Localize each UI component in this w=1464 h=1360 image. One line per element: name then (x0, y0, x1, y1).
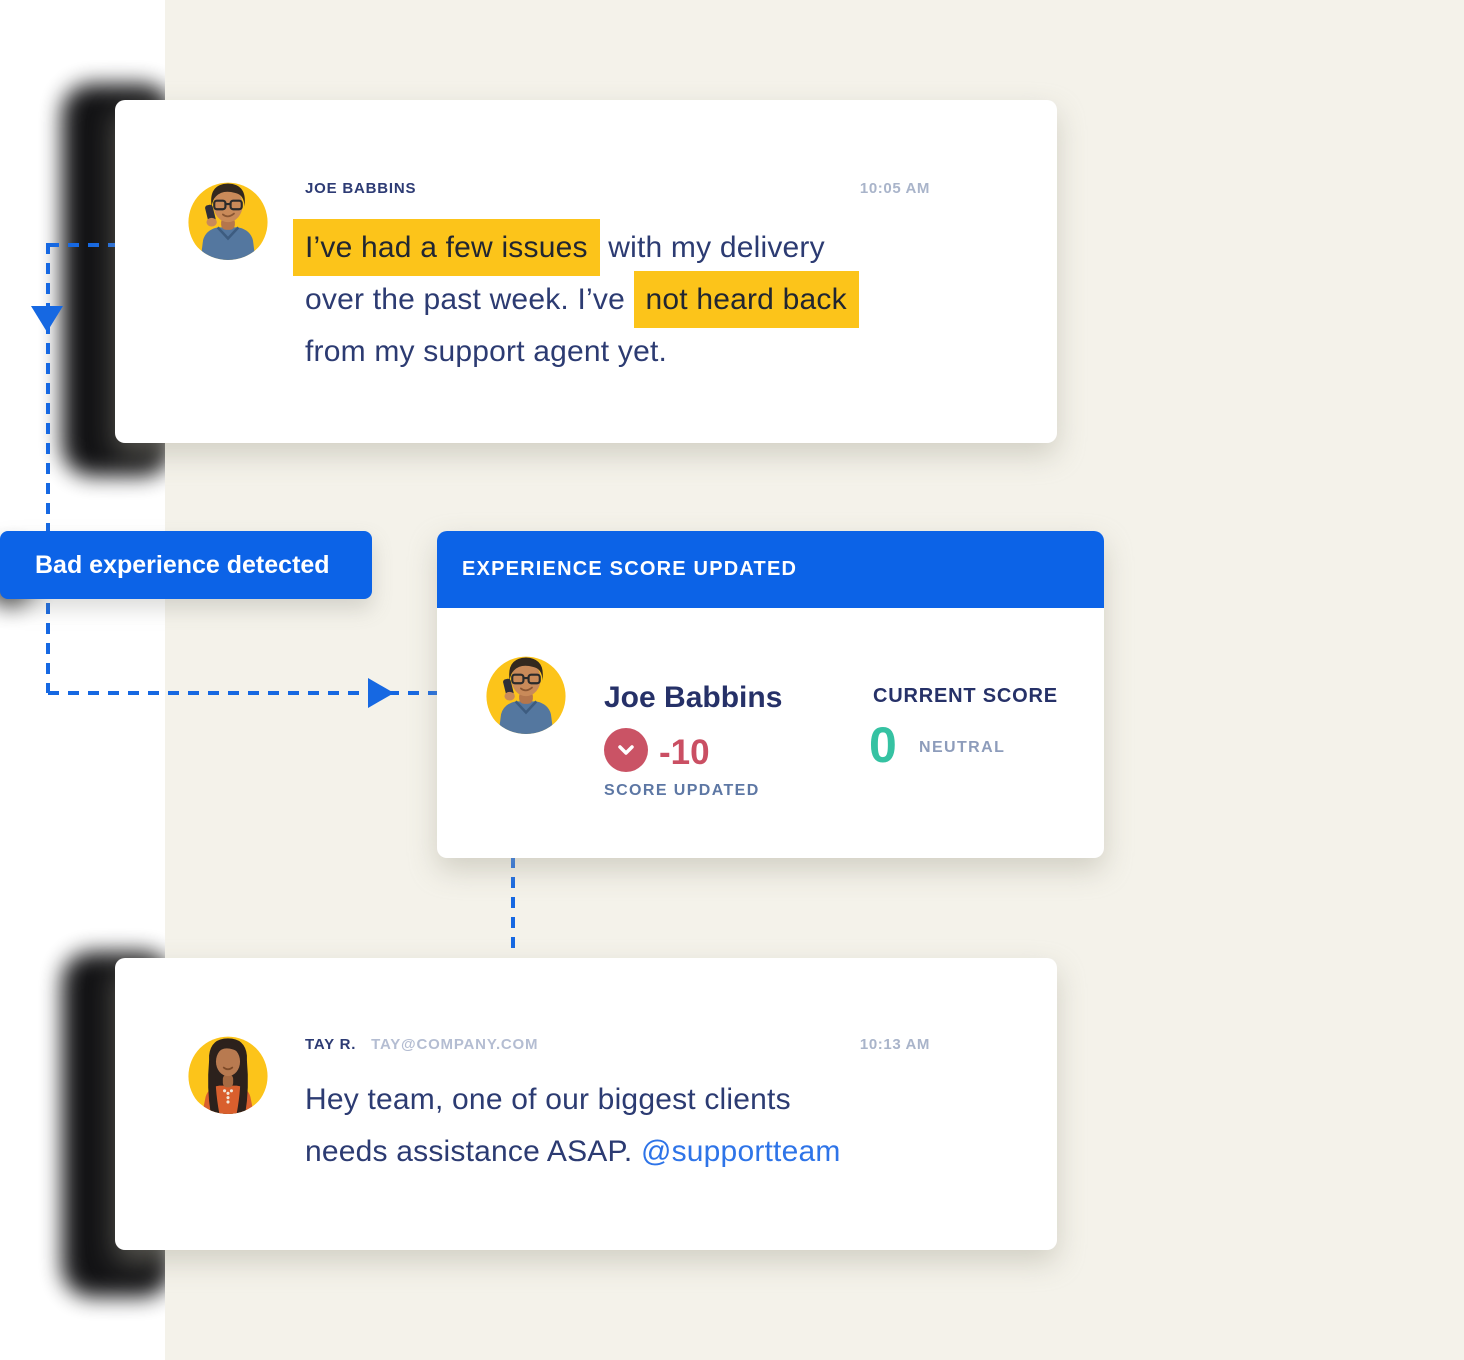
message-text: I’ve had a few issues with my delivery o… (305, 222, 985, 378)
highlighted-phrase: I’ve had a few issues (293, 219, 600, 276)
message-line-1: Hey team, one of our biggest clients (305, 1074, 1005, 1126)
chevron-down-circle-icon (604, 728, 648, 772)
tay-avatar (185, 1028, 271, 1114)
bad-experience-label: Bad experience detected (0, 531, 372, 599)
message-segment: over the past week. I’ve (305, 283, 634, 316)
current-score-status: NEUTRAL (919, 739, 1005, 757)
arrow-down-icon (31, 306, 63, 332)
chat-message-card-tay: TAY R. TAY@COMPANY.COM 10:13 AM Hey team… (115, 958, 1057, 1250)
customer-name: Joe Babbins (604, 681, 782, 715)
message-segment: needs assistance ASAP. (305, 1135, 641, 1168)
message-line-2: over the past week. I’ve not heard back (305, 274, 985, 326)
message-segment: with my delivery (600, 231, 825, 264)
message-text: Hey team, one of our biggest clients nee… (305, 1074, 1005, 1178)
sender-email: TAY@COMPANY.COM (371, 1036, 538, 1053)
joe-babbins-avatar (185, 174, 271, 260)
message-line-2: needs assistance ASAP. @supportteam (305, 1126, 1005, 1178)
connector-top-horizontal (48, 243, 115, 247)
sender-name: JOE BABBINS (305, 180, 416, 197)
message-timestamp: 10:05 AM (860, 180, 930, 197)
sender-name: TAY R. TAY@COMPANY.COM (305, 1036, 538, 1053)
arrow-right-icon (368, 678, 394, 708)
score-change-value: -10 (659, 733, 710, 773)
sender-short-name: TAY R. (305, 1036, 356, 1053)
supportteam-mention-link[interactable]: @supportteam (641, 1135, 841, 1168)
message-line-3: from my support agent yet. (305, 326, 985, 378)
message-timestamp: 10:13 AM (860, 1036, 930, 1053)
message-line-1: I’ve had a few issues with my delivery (305, 222, 985, 274)
current-score-value: 0 (869, 716, 897, 774)
current-score-label: CURRENT SCORE (873, 685, 1058, 708)
message-segment: from my support agent yet. (305, 335, 667, 368)
connector-score-vertical (511, 857, 515, 953)
message-segment: Hey team, one of our biggest clients (305, 1083, 791, 1116)
score-change-label: SCORE UPDATED (604, 782, 760, 800)
joe-babbins-avatar (483, 648, 569, 734)
illustration-canvas: JOE BABBINS 10:05 AM I’ve had a few issu… (0, 0, 1464, 1360)
highlighted-phrase: not heard back (634, 271, 859, 328)
experience-score-card: EXPERIENCE SCORE UPDATED Joe Babbins -10… (437, 531, 1104, 858)
chat-message-card-joe: JOE BABBINS 10:05 AM I’ve had a few issu… (115, 100, 1057, 443)
score-card-header: EXPERIENCE SCORE UPDATED (437, 531, 1104, 608)
